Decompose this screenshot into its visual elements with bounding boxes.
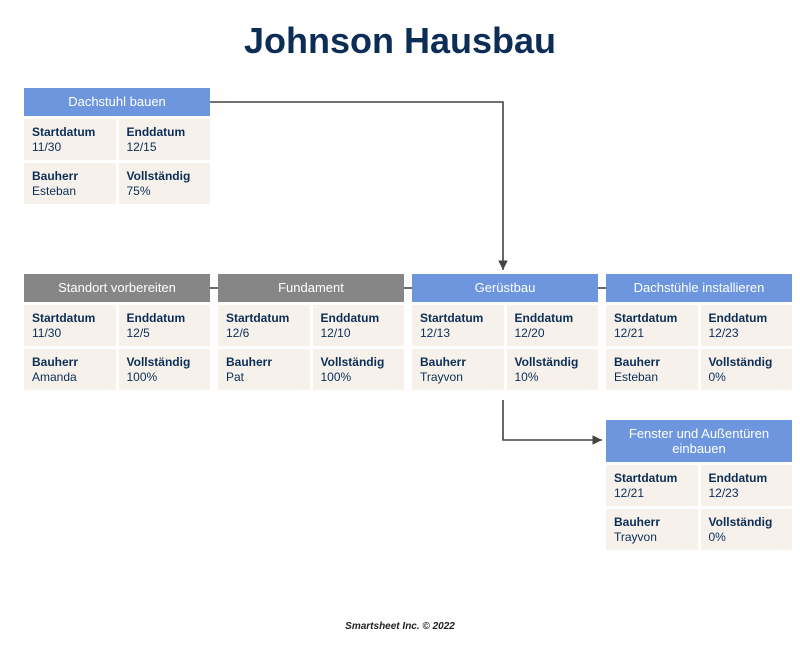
cell-start: Startdatum11/30	[24, 119, 116, 160]
card-fundament: Fundament Startdatum12/6 Enddatum12/10 B…	[218, 274, 404, 390]
cell-owner: BauherrAmanda	[24, 349, 116, 390]
cell-owner: BauherrEsteban	[24, 163, 116, 204]
card-body: Startdatum12/6 Enddatum12/10 BauherrPat …	[218, 305, 404, 390]
cell-owner: BauherrTrayvon	[606, 509, 698, 550]
cell-start: Startdatum11/30	[24, 305, 116, 346]
cell-complete: Vollständig75%	[119, 163, 211, 204]
card-body: Startdatum12/21 Enddatum12/23 BauherrEst…	[606, 305, 792, 390]
card-body: Startdatum12/13 Enddatum12/20 BauherrTra…	[412, 305, 598, 390]
page-title: Johnson Hausbau	[0, 0, 800, 80]
card-header: Fenster und Außentüren einbauen	[606, 420, 792, 462]
cell-complete: Vollständig10%	[507, 349, 599, 390]
card-body: Startdatum11/30 Enddatum12/15 BauherrEst…	[24, 119, 210, 204]
footer-text: Smartsheet Inc. © 2022	[0, 621, 800, 632]
cell-owner: BauherrTrayvon	[412, 349, 504, 390]
card-body: Startdatum12/21 Enddatum12/23 BauherrTra…	[606, 465, 792, 550]
card-fenster: Fenster und Außentüren einbauen Startdat…	[606, 420, 792, 550]
card-header: Fundament	[218, 274, 404, 302]
cell-end: Enddatum12/10	[313, 305, 405, 346]
card-standort: Standort vorbereiten Startdatum11/30 End…	[24, 274, 210, 390]
cell-start: Startdatum12/6	[218, 305, 310, 346]
card-body: Startdatum11/30 Enddatum12/5 BauherrAman…	[24, 305, 210, 390]
cell-owner: BauherrPat	[218, 349, 310, 390]
cell-end: Enddatum12/15	[119, 119, 211, 160]
cell-complete: Vollständig100%	[119, 349, 211, 390]
cell-complete: Vollständig100%	[313, 349, 405, 390]
cell-complete: Vollständig0%	[701, 509, 793, 550]
cell-end: Enddatum12/23	[701, 305, 793, 346]
card-install: Dachstühle installieren Startdatum12/21 …	[606, 274, 792, 390]
card-header: Dachstuhl bauen	[24, 88, 210, 116]
cell-end: Enddatum12/23	[701, 465, 793, 506]
cell-complete: Vollständig0%	[701, 349, 793, 390]
cell-start: Startdatum12/13	[412, 305, 504, 346]
card-geruest: Gerüstbau Startdatum12/13 Enddatum12/20 …	[412, 274, 598, 390]
cell-start: Startdatum12/21	[606, 305, 698, 346]
card-dachstuhl: Dachstuhl bauen Startdatum11/30 Enddatum…	[24, 88, 210, 204]
card-header: Standort vorbereiten	[24, 274, 210, 302]
cell-end: Enddatum12/20	[507, 305, 599, 346]
card-header: Gerüstbau	[412, 274, 598, 302]
cell-owner: BauherrEsteban	[606, 349, 698, 390]
cell-start: Startdatum12/21	[606, 465, 698, 506]
cell-end: Enddatum12/5	[119, 305, 211, 346]
card-header: Dachstühle installieren	[606, 274, 792, 302]
